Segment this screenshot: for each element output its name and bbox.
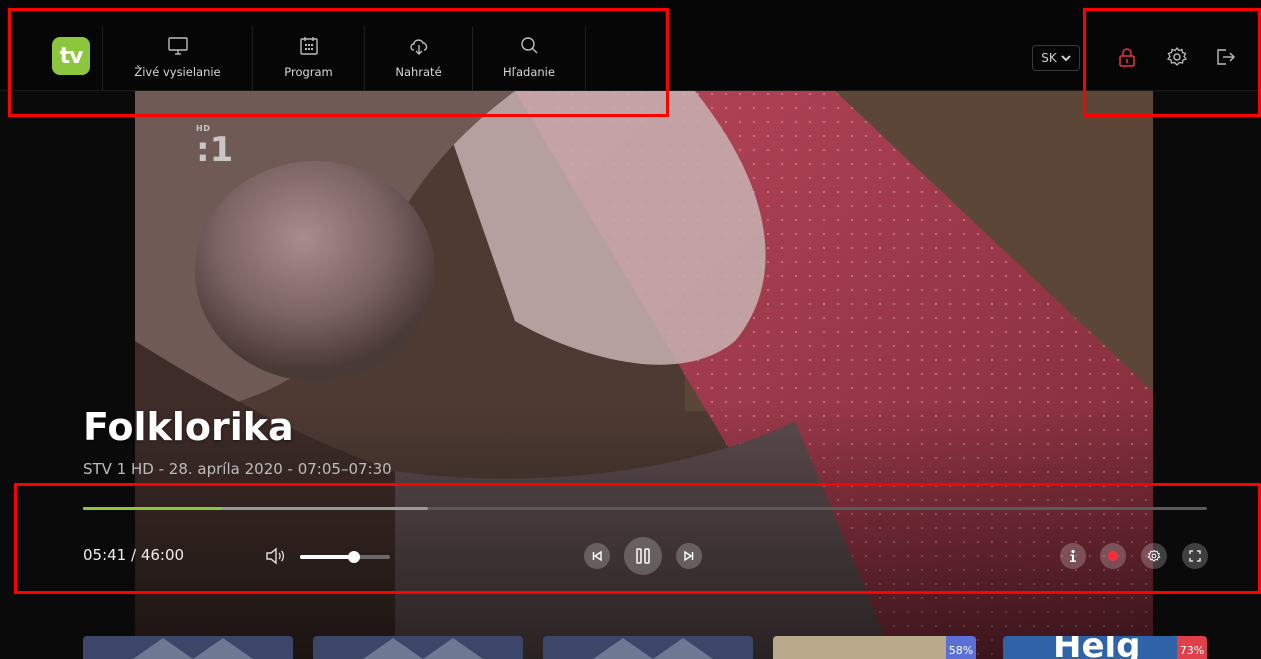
info-button[interactable] <box>1060 543 1086 569</box>
thumbnail-title: Helg <box>1053 636 1141 659</box>
nav-item-label: Nahraté <box>395 65 442 79</box>
fullscreen-icon <box>1189 550 1201 562</box>
nav-item-program[interactable]: Program <box>252 26 364 90</box>
nav-item-live[interactable]: Živé vysielanie <box>102 26 252 90</box>
volume-knob[interactable] <box>348 551 360 563</box>
previous-button[interactable] <box>584 543 610 569</box>
channel-logo-text: :1 <box>196 130 234 170</box>
search-icon <box>521 37 538 54</box>
pause-icon <box>636 548 650 564</box>
fullscreen-button[interactable] <box>1182 543 1208 569</box>
progress-bar[interactable] <box>83 507 1207 510</box>
logout-icon[interactable] <box>1214 46 1236 68</box>
record-icon <box>1108 551 1118 561</box>
next-icon <box>684 550 694 562</box>
nav-item-label: Hľadanie <box>503 65 555 79</box>
thumbnail-card[interactable] <box>313 636 523 659</box>
cloud-download-icon <box>409 39 427 55</box>
main-nav: Živé vysielanie Program Nahraté Hľadanie <box>102 26 586 90</box>
nav-item-label: Program <box>284 65 333 79</box>
nav-item-label: Živé vysielanie <box>134 65 221 79</box>
nav-item-recorded[interactable]: Nahraté <box>364 26 472 90</box>
volume-slider[interactable] <box>300 551 390 563</box>
player-page: HD :1 tv Živé vysielanie Program Nahraté… <box>0 0 1261 659</box>
info-icon <box>1070 549 1076 562</box>
prev-icon <box>592 550 602 562</box>
film-placeholder-icon <box>363 638 483 659</box>
next-button[interactable] <box>676 543 702 569</box>
film-placeholder-icon <box>593 638 713 659</box>
progress-fill <box>83 507 223 510</box>
chevron-down-icon <box>1061 55 1071 62</box>
time-display: 05:41 / 46:00 <box>83 546 185 564</box>
thumbnail-card[interactable]: 58% <box>773 636 976 659</box>
language-value: SK <box>1041 51 1057 65</box>
pause-button[interactable] <box>624 537 662 575</box>
progress-badge: 58% <box>946 636 976 659</box>
nav-item-search[interactable]: Hľadanie <box>472 26 586 90</box>
channel-logo: HD :1 <box>196 124 234 170</box>
gear-icon[interactable] <box>1166 46 1188 68</box>
film-placeholder-icon <box>133 638 253 659</box>
monitor-icon <box>167 37 188 55</box>
volume-icon[interactable] <box>264 546 286 566</box>
thumbnail-card[interactable] <box>83 636 293 659</box>
player-settings-button[interactable] <box>1141 543 1167 569</box>
language-select[interactable]: SK <box>1032 45 1080 71</box>
thumbnail-card[interactable] <box>543 636 753 659</box>
channel-hd-label: HD <box>196 124 211 133</box>
volume-fill <box>300 555 354 559</box>
record-button[interactable] <box>1100 543 1126 569</box>
lock-icon[interactable] <box>1116 46 1138 68</box>
app-logo[interactable]: tv <box>52 37 90 75</box>
settings-icon <box>1147 549 1161 562</box>
progress-badge: 73% <box>1177 636 1207 659</box>
calendar-icon <box>299 37 318 55</box>
top-navigation-bar: tv Živé vysielanie Program Nahraté Hľada… <box>0 0 1261 91</box>
program-subtitle: STV 1 HD - 28. apríla 2020 - 07:05–07:30 <box>83 460 392 478</box>
thumbnail-card[interactable]: Helg 73% <box>1003 636 1207 659</box>
program-title: Folklorika <box>83 405 294 449</box>
